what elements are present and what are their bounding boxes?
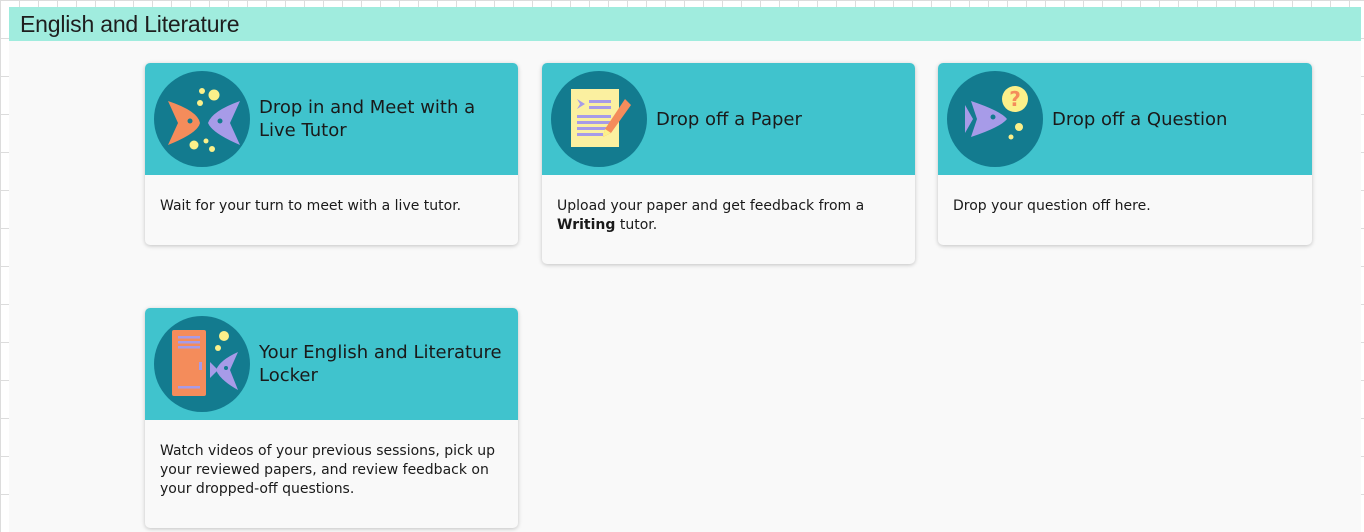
card-description: Wait for your turn to meet with a live t… xyxy=(160,198,462,214)
card-title: Drop off a Question xyxy=(1052,108,1228,130)
fish-question-icon: ? xyxy=(947,71,1043,167)
card-description: Upload your paper and get feedback from … xyxy=(557,197,901,235)
card-description-text: Upload your paper and get feedback from … xyxy=(557,198,865,214)
card-title: Your English and Literature Locker xyxy=(259,342,502,386)
section-title: English and Literature xyxy=(20,11,240,37)
drop-off-paper-card[interactable]: Drop off a Paper Upload your paper and g… xyxy=(542,63,915,264)
card-header: ? Drop off a Question xyxy=(938,63,1312,175)
card-description: Watch videos of your previous sessions, … xyxy=(160,443,496,497)
card-description: Drop your question off here. xyxy=(953,198,1151,214)
card-description-bold: Writing xyxy=(557,217,616,233)
two-fish-icon xyxy=(154,71,250,167)
card-header: Your English and Literature Locker xyxy=(145,308,518,420)
paper-pencil-icon xyxy=(551,71,647,167)
drop-in-live-tutor-card[interactable]: Drop in and Meet with a Live Tutor Wait … xyxy=(145,63,518,245)
card-header: Drop in and Meet with a Live Tutor xyxy=(145,63,518,175)
card-description-text-end: tutor. xyxy=(615,217,658,233)
drop-off-question-card[interactable]: ? Drop off a Question Drop your question… xyxy=(938,63,1312,245)
svg-text:?: ? xyxy=(1009,87,1021,111)
section-header: English and Literature xyxy=(9,7,1361,41)
card-title: Drop in and Meet with a Live Tutor xyxy=(259,97,476,141)
locker-card[interactable]: Your English and Literature Locker Watch… xyxy=(145,308,518,528)
card-header: Drop off a Paper xyxy=(542,63,915,175)
locker-fish-icon xyxy=(154,316,250,412)
card-title: Drop off a Paper xyxy=(656,108,802,130)
